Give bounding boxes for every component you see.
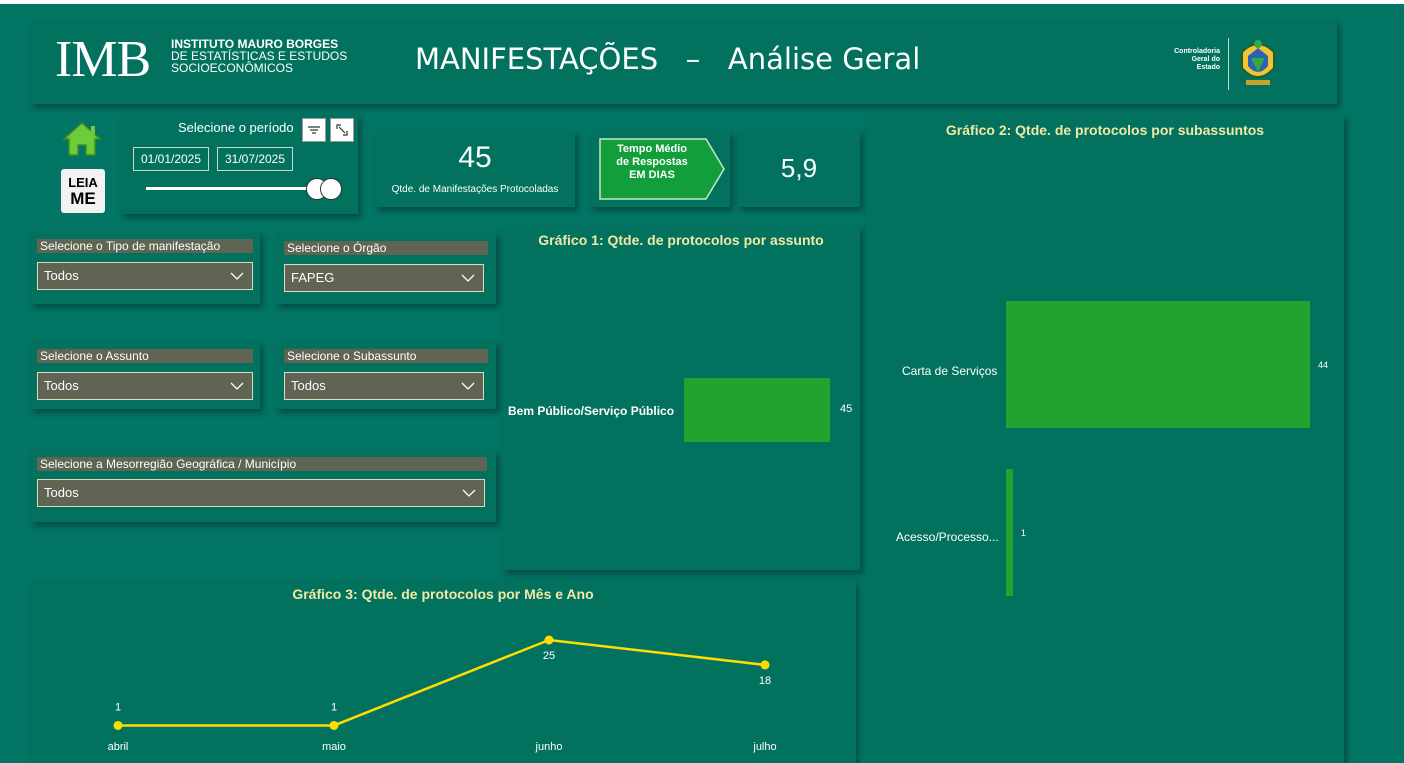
chart2-bar-carta[interactable]	[1006, 301, 1310, 428]
imb-logo-line3: SOCIOECONÔMICOS	[171, 61, 294, 75]
slicer-tipo: Selecione o Tipo de manifestação Todos	[30, 232, 260, 304]
header-bar: IMB INSTITUTO MAURO BORGES DE ESTATÍSTIC…	[30, 20, 1337, 104]
chart3-point[interactable]	[329, 720, 339, 730]
period-slider-track[interactable]	[146, 187, 316, 190]
chevron-down-icon	[462, 489, 476, 497]
period-slider-handle-end[interactable]	[320, 178, 342, 200]
home-icon	[62, 121, 102, 156]
chart2-data-label-0: 44	[1318, 360, 1329, 370]
chart3-data-label: 1	[115, 701, 121, 713]
kpi-avg-tag-line1: Tempo Médio	[616, 143, 688, 155]
chart1-panel: Gráfico 1: Qtde. de protocolos por assun…	[502, 226, 860, 570]
tipo-dropdown[interactable]: Todos	[37, 262, 253, 290]
chart3-point[interactable]	[544, 635, 554, 645]
home-button[interactable]	[60, 117, 104, 161]
kpi-count-label: Qtde. de Manifestações Protocoladas	[391, 184, 559, 195]
chart3-x-tick-label: maio	[322, 741, 346, 753]
chart3-point[interactable]	[760, 660, 770, 670]
assunto-dropdown-value: Todos	[44, 378, 79, 393]
dashboard-canvas: IMB INSTITUTO MAURO BORGES DE ESTATÍSTIC…	[0, 4, 1404, 763]
period-label: Selecione o período	[178, 120, 294, 135]
kpi-avg-tag-line3: EM DIAS	[629, 169, 675, 181]
chart2-data-label-1: 1	[1020, 528, 1026, 538]
chevron-down-icon	[461, 382, 475, 390]
chevron-down-icon	[230, 272, 244, 280]
focus-mode-icon[interactable]	[330, 118, 354, 142]
page-title: MANIFESTAÇÕES – Análise Geral	[415, 42, 921, 76]
imb-logo-letters: IMB	[55, 31, 151, 88]
chart3-x-tick-label: junho	[535, 741, 563, 753]
readme-button[interactable]: LEIA ME	[61, 169, 105, 213]
readme-line1: LEIA	[68, 175, 98, 190]
chart3-point[interactable]	[113, 720, 123, 730]
kpi-avg-tag-line2: de Respostas	[616, 156, 688, 168]
cge-logo: Controladoria Geral do Estado	[1160, 34, 1320, 92]
slicer-mesorregiao-label: Selecione a Mesorregião Geográfica / Mun…	[37, 457, 487, 471]
chart1-category-label: Bem Público/Serviço Público	[508, 404, 675, 418]
slicer-subassunto-label: Selecione o Subassunto	[284, 349, 488, 363]
slicer-assunto: Selecione o Assunto Todos	[30, 341, 260, 409]
chart3-line-plot: 1 abril 1 maio 25 junho 18 julho	[108, 635, 777, 753]
mesorregiao-dropdown-value: Todos	[44, 485, 79, 500]
orgao-dropdown[interactable]: FAPEG	[284, 264, 484, 292]
chart3-x-tick-label: julho	[752, 741, 776, 753]
orgao-dropdown-value: FAPEG	[291, 270, 335, 285]
chart3-data-label: 25	[543, 650, 555, 662]
chart2-bar-acesso[interactable]	[1006, 469, 1013, 596]
chart2-panel: Gráfico 2: Qtde. de protocolos por subas…	[866, 114, 1344, 763]
kpi-count-value: 45	[458, 141, 492, 174]
chevron-down-icon	[461, 274, 475, 282]
period-slicer: Selecione o período 01/01/2025 31/07/202…	[120, 114, 358, 214]
slicer-mesorregiao: Selecione a Mesorregião Geográfica / Mun…	[30, 450, 496, 522]
chart2-category-label-0: Carta de Serviços	[902, 364, 998, 378]
filter-icon[interactable]	[302, 118, 326, 142]
kpi-avg-card: 5,9	[738, 131, 860, 207]
chart3-data-label: 18	[759, 675, 771, 687]
kpi-avg-value: 5,9	[780, 153, 818, 183]
chart2-title: Gráfico 2: Qtde. de protocolos por subas…	[945, 122, 1265, 138]
end-date-input[interactable]: 31/07/2025	[217, 147, 293, 171]
slicer-orgao: Selecione o Órgão FAPEG	[276, 232, 496, 304]
cge-line3: Estado	[1196, 64, 1220, 71]
chart3-x-tick-label: abril	[108, 741, 129, 753]
assunto-dropdown[interactable]: Todos	[37, 372, 253, 400]
cge-line2: Geral do	[1191, 56, 1220, 63]
cge-line1: Controladoria	[1174, 48, 1220, 55]
slicer-tipo-label: Selecione o Tipo de manifestação	[37, 239, 253, 253]
subassunto-dropdown[interactable]: Todos	[284, 372, 484, 400]
tipo-dropdown-value: Todos	[44, 268, 79, 283]
chart1-bar[interactable]	[684, 378, 830, 442]
subassunto-dropdown-value: Todos	[291, 378, 326, 393]
slicer-assunto-label: Selecione o Assunto	[37, 349, 253, 363]
slicer-orgao-label: Selecione o Órgão	[284, 241, 488, 255]
chart1-title: Gráfico 1: Qtde. de protocolos por assun…	[538, 232, 824, 248]
chart3-panel: Gráfico 3: Qtde. de protocolos por Mês e…	[30, 580, 856, 763]
chart1-data-label: 45	[840, 403, 853, 415]
chevron-down-icon	[230, 382, 244, 390]
start-date-input[interactable]: 01/01/2025	[133, 147, 209, 171]
chart3-data-label: 1	[331, 701, 337, 713]
state-coat-of-arms-icon	[1241, 40, 1275, 85]
kpi-avg-tag-card: Tempo Médio de Respostas EM DIAS	[590, 131, 730, 207]
readme-line2: ME	[70, 189, 96, 208]
chart3-series-line	[118, 638, 766, 727]
kpi-count-card: 45 Qtde. de Manifestações Protocoladas	[375, 131, 575, 207]
mesorregiao-dropdown[interactable]: Todos	[37, 479, 485, 507]
chart2-category-label-1: Acesso/Processo...	[896, 530, 999, 544]
slicer-subassunto: Selecione o Subassunto Todos	[276, 341, 496, 409]
